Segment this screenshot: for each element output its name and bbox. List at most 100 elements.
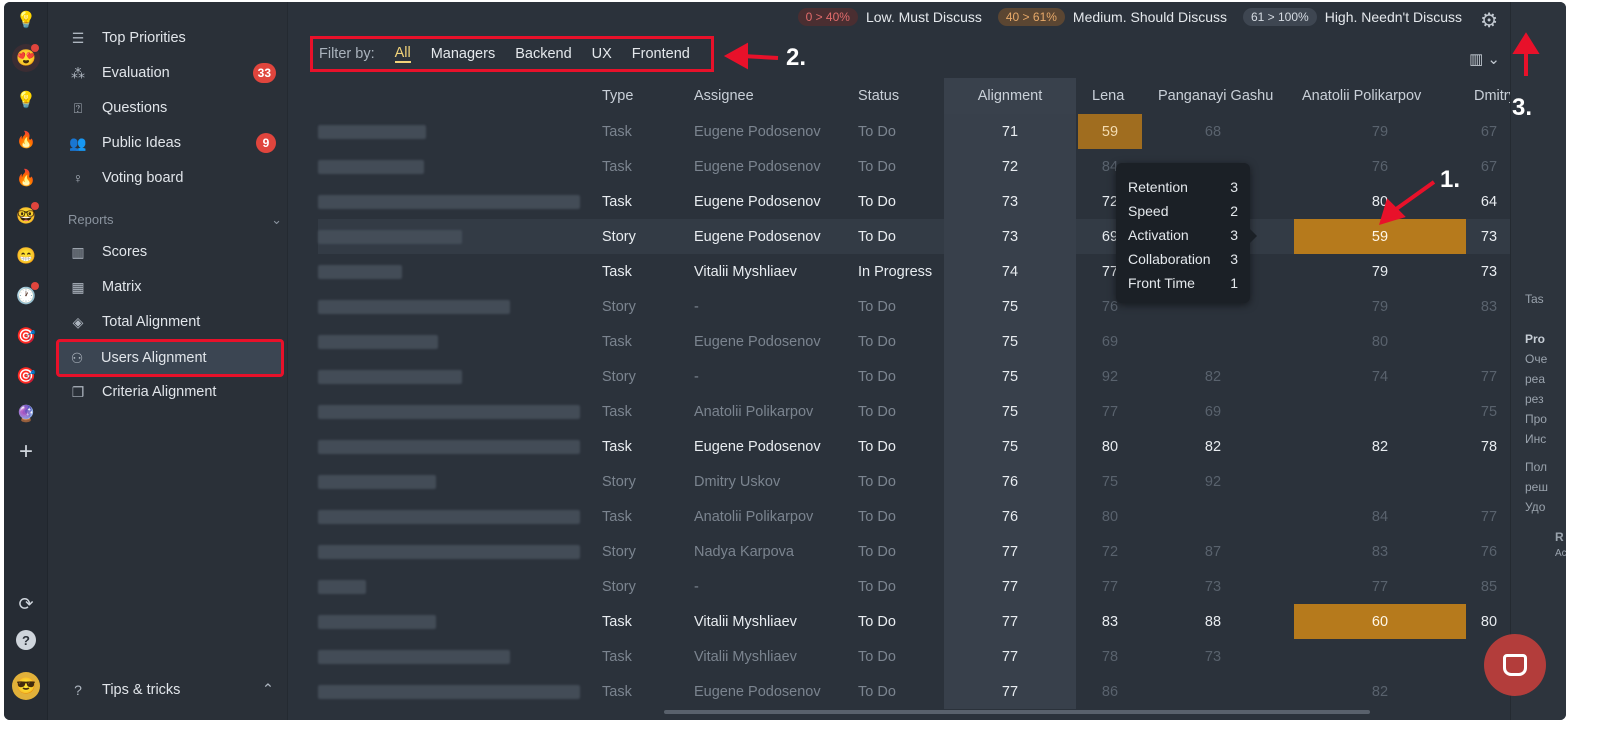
column-header-lena[interactable]: Lena bbox=[1092, 78, 1124, 114]
cell-pan[interactable]: 88 bbox=[1142, 604, 1284, 639]
columns-toggle-button[interactable]: ▥ ⌄ bbox=[1469, 50, 1500, 68]
cell-dmi[interactable]: 78 bbox=[1468, 429, 1510, 464]
column-header-status[interactable]: Status bbox=[858, 78, 899, 114]
row-title-redacted[interactable] bbox=[318, 394, 590, 429]
table-row[interactable]: Task Vitalii Myshliaev To Do 77 83 88 60 80 bbox=[318, 604, 1510, 639]
table-row[interactable]: Task Eugene Podosenov To Do 75 80 82 82 78 bbox=[318, 429, 1510, 464]
table-row[interactable]: Task Eugene Podosenov To Do 75 69 80 bbox=[318, 324, 1510, 359]
table-row[interactable]: Task Anatolii Polikarpov To Do 76 80 84 77 bbox=[318, 499, 1510, 534]
fire-icon[interactable]: 🔥 bbox=[12, 164, 40, 192]
filter-backend[interactable]: Backend bbox=[515, 46, 571, 62]
cell-ana[interactable]: 84 bbox=[1294, 499, 1466, 534]
avatar[interactable]: 😎 bbox=[12, 672, 40, 700]
table-row[interactable]: Task Vitalii Myshliaev To Do 77 78 73 bbox=[318, 639, 1510, 674]
cell-alignment[interactable]: 73 bbox=[944, 184, 1076, 219]
cell-dmi[interactable]: 67 bbox=[1468, 114, 1510, 149]
column-header-alignment[interactable]: Alignment bbox=[944, 78, 1076, 114]
clock-icon[interactable]: 🕐 bbox=[12, 282, 40, 310]
cell-alignment[interactable]: 71 bbox=[944, 114, 1076, 149]
cell-alignment[interactable]: 75 bbox=[944, 289, 1076, 324]
cell-ana[interactable]: 59 bbox=[1294, 219, 1466, 254]
column-header-dmitry[interactable]: Dmitry Us bbox=[1474, 78, 1510, 114]
table-row[interactable]: Story Eugene Podosenov To Do 73 69 59 73 bbox=[318, 219, 1510, 254]
help-icon[interactable]: ? bbox=[16, 630, 36, 650]
cell-alignment[interactable]: 77 bbox=[944, 534, 1076, 569]
tips-and-tricks[interactable]: ? Tips & tricks ⌃ bbox=[60, 674, 282, 706]
table-row[interactable]: Story Dmitry Uskov To Do 76 75 92 bbox=[318, 464, 1510, 499]
table-row[interactable]: Task Eugene Podosenov To Do 77 86 82 bbox=[318, 674, 1510, 709]
cell-pan[interactable]: 73 bbox=[1142, 569, 1284, 604]
cell-ana[interactable]: 79 bbox=[1294, 254, 1466, 289]
row-title-redacted[interactable] bbox=[318, 534, 590, 569]
table-row[interactable]: Story - To Do 75 76 79 83 bbox=[318, 289, 1510, 324]
cell-lena[interactable]: 78 bbox=[1078, 639, 1142, 674]
cell-pan[interactable]: 92 bbox=[1142, 464, 1284, 499]
cell-lena[interactable]: 59 bbox=[1078, 114, 1142, 149]
add-workspace-icon[interactable]: + bbox=[12, 438, 40, 466]
table-row[interactable]: Task Vitalii Myshliaev In Progress 74 77 79 73 bbox=[318, 254, 1510, 289]
sidebar-item-users-alignment[interactable]: ⚇ Users Alignment bbox=[56, 339, 284, 377]
cell-dmi[interactable]: 85 bbox=[1468, 569, 1510, 604]
column-header-type[interactable]: Type bbox=[602, 78, 633, 114]
cell-alignment[interactable]: 77 bbox=[944, 569, 1076, 604]
target-icon[interactable]: 🎯 bbox=[12, 362, 40, 390]
filter-all[interactable]: All bbox=[394, 45, 411, 63]
row-title-redacted[interactable] bbox=[318, 254, 590, 289]
row-title-redacted[interactable] bbox=[318, 184, 590, 219]
cell-lena[interactable]: 80 bbox=[1078, 429, 1142, 464]
row-title-redacted[interactable] bbox=[318, 114, 590, 149]
cell-pan[interactable]: 82 bbox=[1142, 359, 1284, 394]
cell-lena[interactable]: 92 bbox=[1078, 359, 1142, 394]
target-icon[interactable]: 🎯 bbox=[12, 322, 40, 350]
cell-dmi[interactable]: 73 bbox=[1468, 219, 1510, 254]
cell-alignment[interactable]: 75 bbox=[944, 359, 1076, 394]
cell-alignment[interactable]: 73 bbox=[944, 219, 1076, 254]
cell-alignment[interactable]: 76 bbox=[944, 499, 1076, 534]
row-title-redacted[interactable] bbox=[318, 604, 590, 639]
cell-ana[interactable]: 79 bbox=[1294, 289, 1466, 324]
gear-icon[interactable]: ⚙ bbox=[1480, 8, 1498, 33]
cell-dmi[interactable]: 76 bbox=[1468, 534, 1510, 569]
cell-pan[interactable]: 69 bbox=[1142, 394, 1284, 429]
row-title-redacted[interactable] bbox=[318, 639, 590, 674]
cell-alignment[interactable]: 75 bbox=[944, 324, 1076, 359]
row-title-redacted[interactable] bbox=[318, 289, 590, 324]
cell-lena[interactable]: 77 bbox=[1078, 394, 1142, 429]
row-title-redacted[interactable] bbox=[318, 149, 590, 184]
sidebar-item-total-alignment[interactable]: ◈ Total Alignment bbox=[60, 306, 282, 338]
cell-dmi[interactable] bbox=[1468, 324, 1510, 359]
sidebar-item-scores[interactable]: ▥ Scores bbox=[60, 236, 282, 268]
row-title-redacted[interactable] bbox=[318, 324, 590, 359]
cell-pan[interactable]: 87 bbox=[1142, 534, 1284, 569]
sidebar-item-questions[interactable]: ⍰ Questions bbox=[60, 92, 282, 124]
table-row[interactable]: Task Eugene Podosenov To Do 71 59 68 79 67 bbox=[318, 114, 1510, 149]
cell-alignment[interactable]: 77 bbox=[944, 604, 1076, 639]
column-header-assignee[interactable]: Assignee bbox=[694, 78, 754, 114]
sidebar-item-matrix[interactable]: ▦ Matrix bbox=[60, 271, 282, 303]
cell-ana[interactable] bbox=[1294, 639, 1466, 674]
cell-alignment[interactable]: 77 bbox=[944, 674, 1076, 709]
cell-alignment[interactable]: 72 bbox=[944, 149, 1076, 184]
column-header-anatolii[interactable]: Anatolii Polikarpov bbox=[1302, 78, 1421, 114]
cell-pan[interactable] bbox=[1142, 674, 1284, 709]
cell-dmi[interactable]: 80 bbox=[1468, 604, 1510, 639]
cell-ana[interactable]: 77 bbox=[1294, 569, 1466, 604]
row-title-redacted[interactable] bbox=[318, 429, 590, 464]
cell-alignment[interactable]: 75 bbox=[944, 429, 1076, 464]
sidebar-item-public-ideas[interactable]: 👥 Public Ideas 9 bbox=[60, 127, 282, 159]
sidebar-item-voting-board[interactable]: ♀ Voting board bbox=[60, 162, 282, 194]
cell-alignment[interactable]: 77 bbox=[944, 639, 1076, 674]
cell-lena[interactable]: 69 bbox=[1078, 324, 1142, 359]
cell-dmi[interactable]: 75 bbox=[1468, 394, 1510, 429]
cell-lena[interactable]: 72 bbox=[1078, 534, 1142, 569]
table-row[interactable]: Story - To Do 75 92 82 74 77 bbox=[318, 359, 1510, 394]
bulb-icon[interactable]: 💡 bbox=[12, 86, 40, 114]
cell-dmi[interactable]: 64 bbox=[1468, 184, 1510, 219]
filter-frontend[interactable]: Frontend bbox=[632, 46, 690, 62]
cell-ana[interactable]: 83 bbox=[1294, 534, 1466, 569]
cell-pan[interactable]: 73 bbox=[1142, 639, 1284, 674]
row-title-redacted[interactable] bbox=[318, 219, 590, 254]
nerd-icon[interactable]: 🤓 bbox=[12, 202, 40, 230]
cell-pan[interactable] bbox=[1142, 324, 1284, 359]
cell-alignment[interactable]: 76 bbox=[944, 464, 1076, 499]
